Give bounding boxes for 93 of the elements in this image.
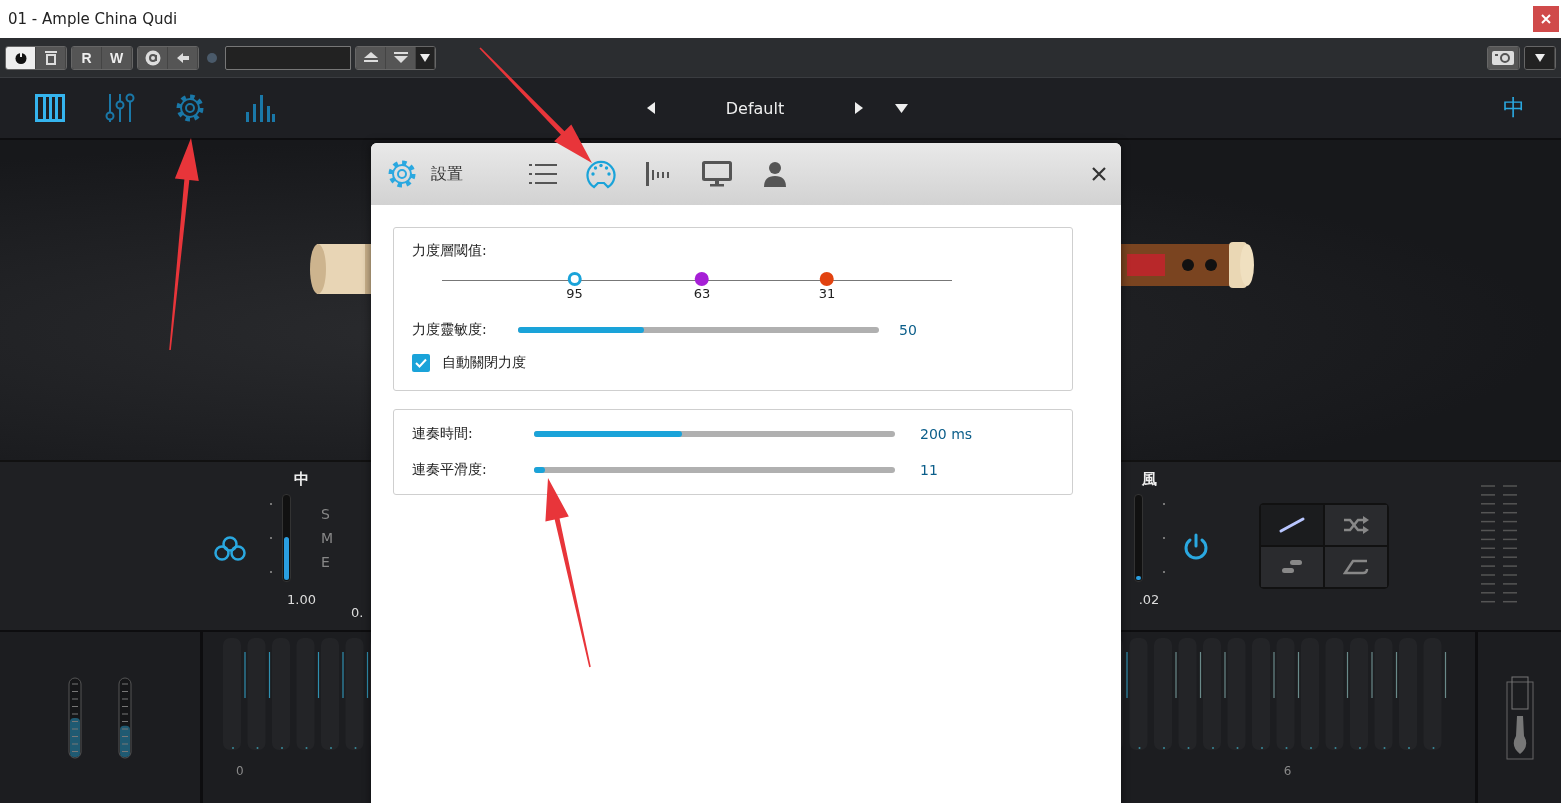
legato-slider[interactable] xyxy=(534,431,895,437)
right-triangle-icon xyxy=(855,102,863,114)
automation-button[interactable]: W xyxy=(102,46,132,69)
compare-button[interactable] xyxy=(138,46,168,69)
power-icon xyxy=(13,50,28,65)
articulation-button[interactable] xyxy=(1324,505,1387,545)
power-icon[interactable] xyxy=(1182,533,1209,561)
mode-label: M xyxy=(321,530,334,546)
nav-tab[interactable] xyxy=(33,91,67,125)
dropdown-button[interactable] xyxy=(1525,46,1555,69)
up-arrow-icon xyxy=(363,51,378,64)
channel-label: 中 xyxy=(294,470,310,490)
nav-tab[interactable] xyxy=(103,91,137,125)
left-arrow-button[interactable] xyxy=(168,46,198,69)
preset-name-field[interactable] xyxy=(225,45,351,70)
power-button[interactable] xyxy=(6,46,36,69)
settings-tab[interactable] xyxy=(701,158,733,190)
close-icon xyxy=(1091,166,1107,182)
caret-icon xyxy=(1534,53,1545,62)
midi-port-icon xyxy=(585,159,617,189)
section-label: 力度層閾值: xyxy=(412,242,488,260)
articulation-button[interactable] xyxy=(1260,505,1323,545)
close-icon xyxy=(1540,13,1552,25)
octave-label: 6 xyxy=(1283,764,1292,778)
circle-a-icon xyxy=(144,49,161,66)
settings-icon xyxy=(175,93,205,123)
down-arrow-icon xyxy=(393,51,408,64)
list-icon xyxy=(529,162,557,186)
bypass-button[interactable] xyxy=(36,46,66,69)
window-title: 01 - Ample China Qudi xyxy=(8,10,179,28)
sliders-icon xyxy=(105,92,135,124)
channel-value: 0. xyxy=(351,605,364,622)
shuffle-icon xyxy=(1342,516,1369,534)
dialog-title: 設置 xyxy=(431,163,464,185)
next-preset-button[interactable] xyxy=(855,102,863,114)
pitch-wheel-slider[interactable] xyxy=(68,676,82,759)
mode-label: E xyxy=(321,554,331,570)
preset-dropdown-button[interactable] xyxy=(895,103,908,113)
channel-value: 1.00 xyxy=(287,592,316,607)
sensitivity-slider[interactable] xyxy=(518,327,879,333)
channel-label: 風 xyxy=(1141,470,1157,490)
volume-slider[interactable] xyxy=(282,494,291,582)
threshold-handle[interactable] xyxy=(567,272,582,286)
checkbox-label: 自動關閉力度 xyxy=(442,354,526,372)
camera-icon xyxy=(1492,50,1514,65)
trefoil-logo-icon xyxy=(214,536,246,562)
dropdown-button[interactable] xyxy=(416,46,435,69)
previous-preset-button[interactable] xyxy=(647,102,655,114)
octave-label: 0 xyxy=(236,764,244,778)
volume-slider[interactable] xyxy=(1133,494,1143,582)
threshold-handle[interactable] xyxy=(695,272,710,286)
user-icon xyxy=(763,161,787,187)
slider-reading: 11 xyxy=(920,462,938,478)
sustain-pedal-icon[interactable] xyxy=(1505,675,1534,760)
piano-keys-icon xyxy=(35,94,65,122)
checkbox[interactable] xyxy=(412,354,430,372)
camera-button[interactable] xyxy=(1488,46,1519,69)
next-preset-button[interactable] xyxy=(386,46,416,69)
left-triangle-icon xyxy=(647,102,655,114)
monitor-icon xyxy=(702,161,732,187)
previous-preset-button[interactable] xyxy=(356,46,386,69)
close-button[interactable] xyxy=(1533,6,1559,32)
left-arrow-icon xyxy=(176,52,189,63)
slider-label: 力度靈敏度: xyxy=(412,321,488,339)
square-bar-icon xyxy=(43,50,58,65)
slider-label: 連奏平滑度: xyxy=(412,461,488,479)
check-icon xyxy=(415,358,427,368)
slider-reading: 50 xyxy=(899,322,917,338)
caret-icon xyxy=(895,103,908,113)
close-button[interactable] xyxy=(1091,166,1107,182)
status-led-icon xyxy=(207,52,217,63)
slider-reading: 200 ms xyxy=(920,426,973,442)
legato-slider[interactable] xyxy=(534,467,895,473)
mode-label: S xyxy=(321,506,331,522)
articulation-button[interactable] xyxy=(1324,547,1387,587)
caret-icon xyxy=(420,53,430,62)
note-steps-icon xyxy=(1279,559,1304,575)
threshold-value: 63 xyxy=(693,286,711,301)
threshold-value: 31 xyxy=(818,286,836,301)
threshold-handle[interactable] xyxy=(820,272,835,286)
diagonal-line-icon xyxy=(1277,516,1306,534)
threshold-value: 95 xyxy=(566,286,583,301)
channel-value: .02 xyxy=(1138,592,1160,607)
mod-wheel-slider[interactable] xyxy=(118,676,132,759)
language-button[interactable]: 中 xyxy=(1503,93,1525,123)
flute-end-drawing xyxy=(309,242,371,296)
bar-chart-icon xyxy=(245,94,275,122)
loop-icon xyxy=(1342,559,1369,575)
preset-name: Default xyxy=(724,98,786,118)
settings-icon xyxy=(387,159,417,189)
automation-button[interactable]: R xyxy=(72,46,102,69)
articulation-button[interactable] xyxy=(1260,547,1323,587)
slider-label: 連奏時間: xyxy=(412,425,474,443)
